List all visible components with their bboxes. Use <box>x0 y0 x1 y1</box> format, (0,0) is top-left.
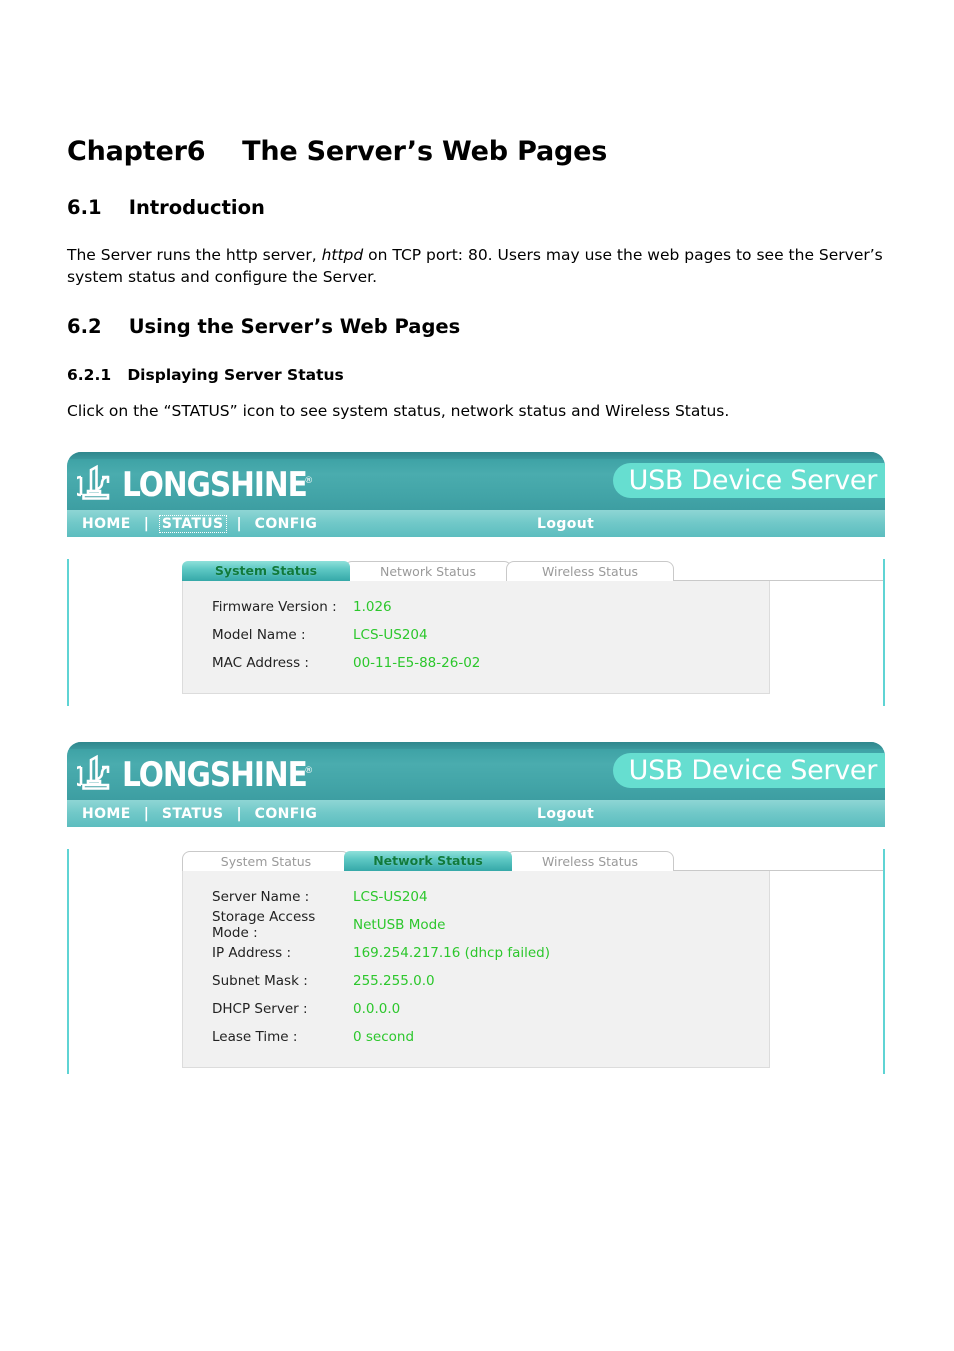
field-label-server-name: Server Name : <box>212 889 310 905</box>
heading-6-2: 6.2 Using the Server’s Web Pages <box>67 315 461 338</box>
field-value-dhcp-server: 0.0.0.0 <box>353 1001 401 1017</box>
tab-wireless-status-1[interactable]: Wireless Status <box>506 561 674 581</box>
field-label-mac-address: MAC Address : <box>212 655 309 671</box>
field-value-firmware-version: 1.026 <box>353 599 392 615</box>
tab-system-status-2[interactable]: System Status <box>182 851 350 871</box>
longshine-logo-2: LONGSHINE ® <box>77 752 314 795</box>
device-navbar-2: HOME | STATUS | CONFIG Logout <box>67 800 885 827</box>
field-row: Model Name : LCS-US204 <box>183 621 769 649</box>
longshine-mark-icon <box>77 754 115 794</box>
page-title: Chapter6 The Server’s Web Pages <box>67 136 608 167</box>
field-value-model-name: LCS-US204 <box>353 627 428 643</box>
field-row: IP Address : 169.254.217.16 (dhcp failed… <box>183 939 769 967</box>
field-row: Storage Access Mode : NetUSB Mode <box>183 909 769 941</box>
intro-text-part1: The Server runs the http server, <box>67 246 322 264</box>
heading-6-1: 6.1 Introduction <box>67 196 265 219</box>
field-label-storage-access-mode: Storage Access Mode : <box>212 909 316 941</box>
tab-bar-2: System Status Network Status Wireless St… <box>182 849 883 871</box>
longshine-wordmark-1: LONGSHINE <box>122 464 308 505</box>
nav-separator: | <box>236 515 242 532</box>
field-label-subnet-mask: Subnet Mask : <box>212 973 308 989</box>
field-value-server-name: LCS-US204 <box>353 889 428 905</box>
status-field-list-2: Server Name : LCS-US204 Storage Access M… <box>182 871 770 1068</box>
nav-separator: | <box>236 805 242 822</box>
field-row: Lease Time : 0 second <box>183 1023 769 1051</box>
field-row: MAC Address : 00-11-E5-88-26-02 <box>183 649 769 677</box>
nav-item-home-2[interactable]: HOME <box>79 805 134 823</box>
tab-wireless-status-2[interactable]: Wireless Status <box>506 851 674 871</box>
field-row: Server Name : LCS-US204 <box>183 883 769 911</box>
logout-link-1[interactable]: Logout <box>537 516 594 532</box>
field-label-firmware-version: Firmware Version : <box>212 599 337 615</box>
nav-item-config-1[interactable]: CONFIG <box>252 515 321 533</box>
registered-mark-2: ® <box>304 766 314 776</box>
logout-link-2[interactable]: Logout <box>537 806 594 822</box>
device-navbar-1: HOME | STATUS | CONFIG Logout <box>67 510 885 537</box>
longshine-mark-icon <box>77 464 115 504</box>
field-label-lease-time: Lease Time : <box>212 1029 298 1045</box>
device-header-2: LONGSHINE ® USB Device Server <box>67 742 885 800</box>
field-value-storage-access-mode: NetUSB Mode <box>353 917 446 933</box>
device-body-1: System Status Network Status Wireless St… <box>67 559 885 706</box>
tab-network-status-1[interactable]: Network Status <box>344 561 512 581</box>
tab-network-status-2[interactable]: Network Status <box>344 851 512 871</box>
field-value-lease-time: 0 second <box>353 1029 415 1045</box>
registered-mark-1: ® <box>304 476 314 486</box>
nav-item-config-2[interactable]: CONFIG <box>252 805 321 823</box>
tab-bar-1: System Status Network Status Wireless St… <box>182 559 883 581</box>
intro-paragraph: The Server runs the http server, httpd o… <box>67 244 895 288</box>
product-badge-1: USB Device Server <box>612 463 885 498</box>
intro-italic-httpd: httpd <box>321 246 364 264</box>
product-badge-2: USB Device Server <box>612 753 885 788</box>
nav-item-home-1[interactable]: HOME <box>79 515 134 533</box>
field-row: Subnet Mask : 255.255.0.0 <box>183 967 769 995</box>
status-field-list-1: Firmware Version : 1.026 Model Name : LC… <box>182 581 770 694</box>
longshine-logo-1: LONGSHINE ® <box>77 462 314 505</box>
field-value-mac-address: 00-11-E5-88-26-02 <box>353 655 481 671</box>
screenshot-system-status: LONGSHINE ® USB Device Server HOME | STA… <box>67 452 885 706</box>
field-row: DHCP Server : 0.0.0.0 <box>183 995 769 1023</box>
device-body-2: System Status Network Status Wireless St… <box>67 849 885 1074</box>
nav-item-status-1[interactable]: STATUS <box>158 514 227 533</box>
nav-items-1: HOME | STATUS | CONFIG <box>79 514 321 533</box>
longshine-wordmark-2: LONGSHINE <box>122 754 308 795</box>
device-header-1: LONGSHINE ® USB Device Server <box>67 452 885 510</box>
nav-item-status-2[interactable]: STATUS <box>159 805 227 823</box>
tab-system-status-1[interactable]: System Status <box>182 561 350 581</box>
nav-separator: | <box>143 515 149 532</box>
document-page: Chapter6 The Server’s Web Pages 6.1 Intr… <box>0 0 954 1351</box>
screenshot-network-status: LONGSHINE ® USB Device Server HOME | STA… <box>67 742 885 1074</box>
nav-items-2: HOME | STATUS | CONFIG <box>79 805 320 823</box>
status-paragraph: Click on the “STATUS” icon to see system… <box>67 402 730 420</box>
field-value-subnet-mask: 255.255.0.0 <box>353 973 435 989</box>
field-row: Firmware Version : 1.026 <box>183 593 769 621</box>
field-label-dhcp-server: DHCP Server : <box>212 1001 308 1017</box>
field-value-ip-address: 169.254.217.16 (dhcp failed) <box>353 945 550 961</box>
field-label-ip-address: IP Address : <box>212 945 292 961</box>
nav-separator: | <box>143 805 149 822</box>
heading-6-2-1: 6.2.1 Displaying Server Status <box>67 366 344 384</box>
field-label-model-name: Model Name : <box>212 627 306 643</box>
